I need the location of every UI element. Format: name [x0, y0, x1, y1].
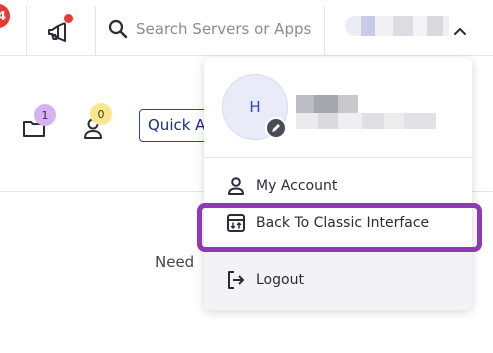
- divider: [204, 157, 472, 158]
- notification-count-badge[interactable]: 4: [0, 4, 10, 28]
- menu-item-label: Logout: [256, 272, 304, 288]
- person-count-badge: 0: [90, 103, 112, 125]
- user-name-redacted[interactable]: [345, 12, 449, 44]
- divider: [324, 6, 325, 56]
- announcement-dot: [63, 13, 74, 24]
- pencil-icon: [272, 124, 280, 132]
- menu-item-label: My Account: [256, 178, 338, 194]
- logout-icon: [228, 271, 244, 289]
- folder-count-badge: 1: [34, 104, 56, 126]
- user-dropdown-menu: H My Account Back To Classic Interface L…: [204, 58, 472, 310]
- chevron-up-icon[interactable]: [453, 26, 467, 36]
- main-text: Need: [155, 253, 195, 271]
- edit-avatar-button[interactable]: [265, 117, 287, 139]
- divider: [95, 6, 96, 56]
- menu-item-logout[interactable]: Logout: [204, 262, 472, 298]
- search-input[interactable]: Search Servers or Apps: [108, 19, 311, 39]
- highlight-outline: [197, 203, 482, 252]
- divider: [26, 6, 27, 56]
- user-email-redacted: [296, 113, 436, 129]
- top-bar: 4 Search Servers or Apps: [0, 0, 493, 56]
- menu-item-my-account[interactable]: My Account: [204, 168, 472, 204]
- user-name-redacted: [296, 95, 358, 113]
- avatar-initial: H: [249, 98, 261, 116]
- search-placeholder: Search Servers or Apps: [136, 20, 312, 38]
- person-icon: [228, 177, 244, 195]
- search-icon: [108, 19, 128, 39]
- logout-section: Logout: [204, 250, 472, 310]
